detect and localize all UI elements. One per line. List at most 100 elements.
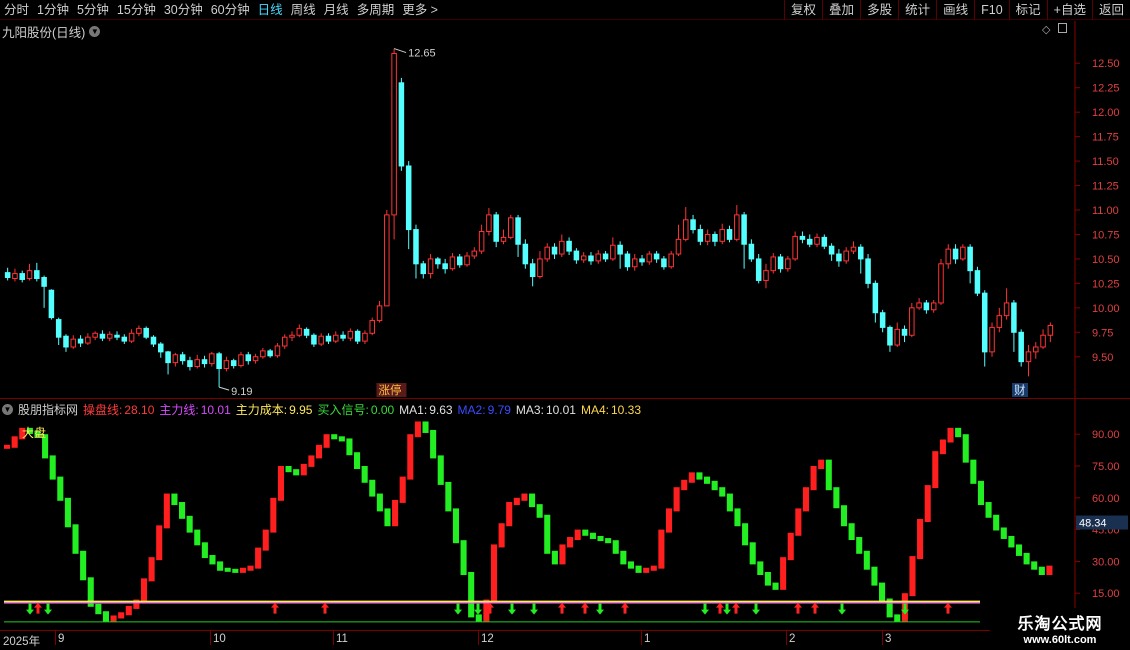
high-price-label: 12.65 (408, 48, 436, 60)
tab-period-2[interactable]: 5分钟 (73, 0, 113, 20)
toolbar-button-3[interactable]: 统计 (898, 0, 936, 20)
oscillator-bar (993, 514, 1000, 531)
tab-period-1[interactable]: 1分钟 (33, 0, 73, 20)
toolbar-button-2[interactable]: 多股 (860, 0, 898, 20)
sell-arrow-icon (596, 603, 604, 615)
oscillator-bar (460, 540, 467, 575)
candle-body (369, 320, 375, 334)
kline-panel[interactable]: 12.50 12.25 12.00 11.75 11.50 11.25 11.00 10.75… (0, 21, 1130, 398)
toolbar-button-6[interactable]: 标记 (1008, 0, 1047, 20)
period-toolbar: 分时 1分钟 5分钟 15分钟 30分钟 60分钟 日线 周线 月线 多周期 更多 > 复权 叠加 多股… (0, 0, 1130, 20)
oscillator-bar (711, 480, 718, 491)
candle-body (865, 258, 871, 284)
market-label: 大盘 (22, 425, 46, 440)
stock-title[interactable]: 九阳股份(日线) ▼ (2, 22, 101, 41)
candle-body (1011, 302, 1017, 333)
tab-period-3[interactable]: 15分钟 (113, 0, 160, 20)
price-axis-label: 11.50 (1092, 156, 1119, 168)
toolbar-button-1[interactable]: 叠加 (822, 0, 860, 20)
oscillator-bar (490, 544, 498, 603)
oscillator-bar (384, 508, 391, 527)
oscillator-bar (194, 529, 201, 546)
chevron-down-icon[interactable]: ▼ (89, 26, 101, 37)
oscillator-bar (932, 451, 939, 489)
tab-period-10[interactable]: 更多 > (398, 0, 442, 20)
indicator-panel[interactable]: 90.00 75.00 60.00 45.00 30.00 15.00 48.34 大盘 ▼ … (0, 398, 1130, 631)
tab-period-0[interactable]: 分时 (0, 0, 33, 20)
candle-body (464, 255, 470, 266)
oscillator-bar (1015, 544, 1023, 556)
indicator-name[interactable]: 股朋指标网 (18, 401, 78, 418)
indicator-settings-icon[interactable]: ▼ (2, 404, 13, 415)
price-axis-label: 10.25 (1092, 278, 1120, 290)
oscillator-bar (224, 567, 231, 572)
oscillator-bar (947, 427, 954, 443)
oscillator-bar (49, 455, 56, 480)
candle-body (289, 334, 295, 338)
oscillator-bar (627, 561, 634, 569)
legend-label: MA2: (457, 402, 486, 417)
month-label: 11 (336, 633, 348, 645)
candle-body (945, 248, 952, 265)
diamond-icon[interactable]: ◇ (1042, 23, 1050, 36)
candle-body (559, 240, 565, 255)
oscillator-bar (300, 463, 307, 476)
toolbar-button-4[interactable]: 画线 (936, 0, 974, 20)
oscillator-bar (772, 582, 779, 590)
legend-value: 0.00 (370, 403, 395, 417)
oscillator-bar (201, 542, 208, 559)
window-icon[interactable] (1058, 23, 1068, 33)
oscillator-bar (955, 427, 962, 438)
candle-body (930, 302, 937, 311)
candle-body (486, 214, 492, 233)
candle-body (763, 270, 769, 281)
tab-period-6[interactable]: 日线 (254, 0, 287, 20)
tab-period-8[interactable]: 月线 (320, 0, 353, 20)
candle-body (347, 330, 354, 339)
oscillator-bar (232, 568, 239, 573)
indicator-chart[interactable]: 90.0075.0060.0045.0030.0015.0048.34大盘 (0, 399, 1130, 631)
limit-up-tag[interactable]: 涨停 (378, 383, 401, 397)
oscillator-bar (985, 502, 992, 518)
candle-body (179, 354, 186, 362)
tab-period-7[interactable]: 周线 (287, 0, 320, 20)
oscillator-bar (818, 459, 825, 469)
oscillator-bar (163, 493, 170, 529)
tab-period-5[interactable]: 60分钟 (207, 0, 254, 20)
oscillator-bar (681, 479, 688, 491)
oscillator-bar (810, 466, 817, 491)
oscillator-bar (536, 504, 543, 518)
candle-body (814, 236, 820, 245)
toolbar-button-5[interactable]: F10 (974, 0, 1009, 20)
candle-body (646, 253, 653, 263)
price-axis-label: 12.50 (1092, 58, 1120, 70)
candle-body (1040, 334, 1046, 348)
buy-arrow-icon (34, 602, 42, 614)
oscillator-bar (179, 502, 186, 519)
oscillator-bar (430, 429, 437, 459)
kline-chart[interactable]: 12.50 12.25 12.00 11.75 11.50 11.25 11.00 10.75… (0, 21, 1130, 398)
candle-body (617, 244, 623, 255)
legend-value: 9.79 (487, 402, 511, 417)
candle-body (719, 229, 725, 242)
price-axis-label: 11.75 (1092, 132, 1119, 144)
toolbar-button-8[interactable]: 返回 (1091, 0, 1130, 20)
candle-body (427, 258, 434, 275)
candle-body (267, 350, 273, 357)
oscillator-bar (802, 487, 809, 512)
buy-arrow-icon (581, 602, 589, 614)
candle-body (92, 332, 98, 338)
tab-period-4[interactable]: 30分钟 (160, 0, 207, 20)
tab-period-9[interactable]: 多周期 (353, 0, 399, 20)
toolbar-button-0[interactable]: 复权 (784, 0, 822, 20)
oscillator-bar (422, 421, 429, 433)
candle-body (522, 243, 529, 265)
price-axis-label: 10.50 (1092, 254, 1120, 266)
toolbar-button-7[interactable]: +自选 (1046, 0, 1092, 20)
finance-tag[interactable]: 财 (1014, 383, 1026, 397)
oscillator-bar (863, 550, 870, 570)
oscillator-bar (498, 523, 505, 548)
candle-body (653, 253, 660, 260)
oscillator-bar (696, 472, 703, 480)
oscillator-bar (643, 567, 650, 573)
